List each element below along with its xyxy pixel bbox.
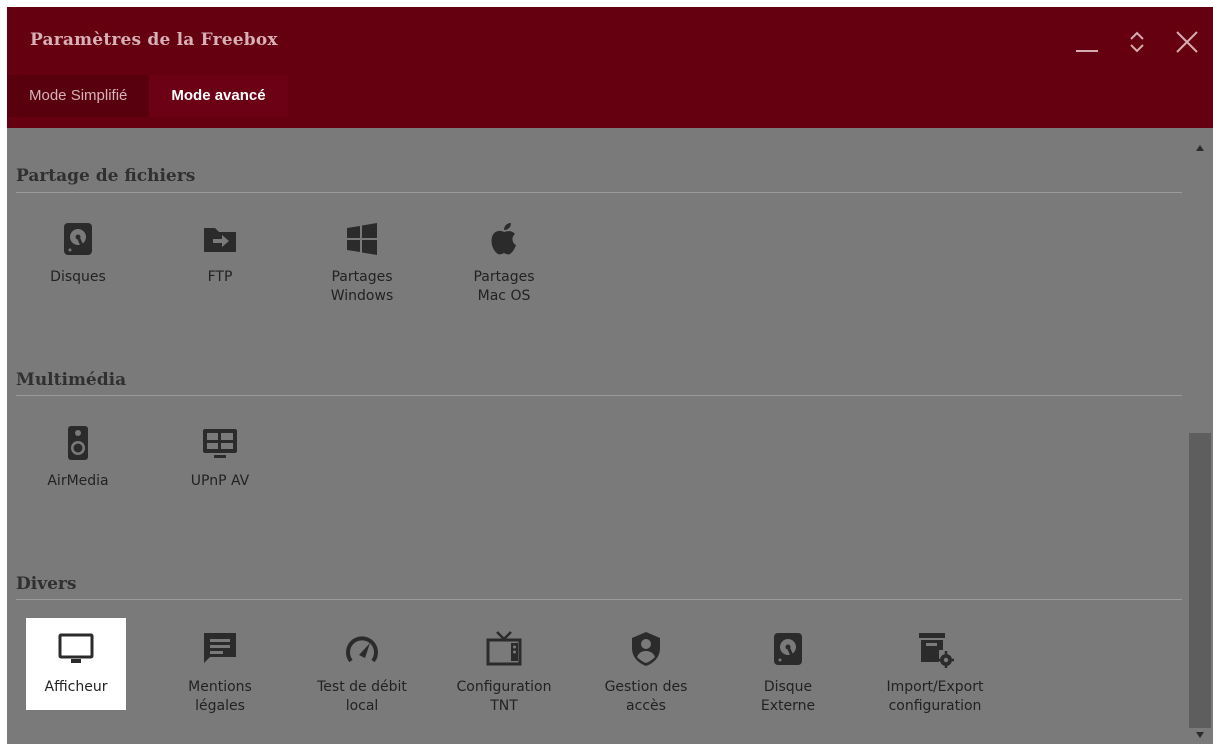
item-label: Afficheur bbox=[44, 679, 108, 695]
section-title-multimedia: Multimédia bbox=[16, 370, 127, 390]
item-partages-mac-os[interactable]: Partages Mac OS bbox=[454, 220, 554, 306]
item-label: Import/Export configuration bbox=[886, 679, 984, 714]
item-disque-externe[interactable]: Disque Externe bbox=[738, 630, 838, 716]
item-label: Disque Externe bbox=[760, 679, 816, 714]
item-ftp[interactable]: FTP bbox=[170, 220, 270, 287]
scroll-up-icon[interactable] bbox=[1195, 143, 1205, 153]
title-bar: Paramètres de la Freebox Mode Simplifié … bbox=[7, 7, 1213, 128]
item-label: Gestion des accès bbox=[604, 679, 688, 714]
mode-tabs: Mode Simplifié Mode avancé bbox=[7, 75, 288, 117]
scrollbar-thumb[interactable] bbox=[1189, 433, 1211, 728]
item-label: UPnP AV bbox=[190, 473, 250, 489]
item-test-debit-local[interactable]: Test de débit local bbox=[312, 630, 412, 716]
message-icon bbox=[204, 633, 236, 663]
item-label: FTP bbox=[207, 269, 233, 285]
scroll-down-icon[interactable] bbox=[1195, 730, 1205, 740]
item-disques[interactable]: Disques bbox=[28, 220, 128, 287]
item-label: Mentions légales bbox=[188, 679, 252, 714]
section-divider bbox=[16, 395, 1182, 396]
vertical-scrollbar[interactable] bbox=[1187, 135, 1213, 744]
section-title-partage-fichiers: Partage de fichiers bbox=[16, 166, 196, 186]
section-divider bbox=[16, 599, 1182, 600]
item-label: Configuration TNT bbox=[456, 679, 552, 714]
item-label: AirMedia bbox=[47, 473, 109, 489]
windows-logo-icon bbox=[347, 223, 377, 255]
media-screen-icon bbox=[203, 429, 237, 458]
item-label: Partages Mac OS bbox=[473, 269, 535, 304]
minimize-icon[interactable] bbox=[1070, 25, 1104, 59]
external-disk-icon bbox=[774, 633, 802, 665]
folder-arrow-icon bbox=[204, 228, 236, 252]
item-label: Test de débit local bbox=[317, 679, 407, 714]
section-title-divers: Divers bbox=[16, 574, 77, 594]
hard-disk-icon bbox=[64, 223, 92, 255]
item-label: Disques bbox=[50, 269, 106, 285]
item-upnp-av[interactable]: UPnP AV bbox=[170, 424, 270, 491]
freebox-settings-window: Paramètres de la Freebox Mode Simplifié … bbox=[7, 7, 1213, 744]
user-shield-icon bbox=[632, 632, 660, 666]
close-icon[interactable] bbox=[1170, 25, 1204, 59]
item-airmedia[interactable]: AirMedia bbox=[28, 424, 128, 491]
settings-content: Partage de fichiers Disques FTP Partages… bbox=[7, 128, 1182, 744]
section-divider bbox=[16, 192, 1182, 193]
tab-mode-simplifie[interactable]: Mode Simplifié bbox=[7, 75, 150, 117]
item-import-export-configuration[interactable]: Import/Export configuration bbox=[880, 630, 990, 716]
speedometer-icon bbox=[346, 636, 378, 663]
tv-icon bbox=[486, 631, 522, 666]
item-afficheur[interactable]: Afficheur bbox=[26, 618, 126, 710]
item-label: Partages Windows bbox=[330, 269, 394, 304]
monitor-icon bbox=[58, 633, 94, 663]
speaker-icon bbox=[68, 426, 88, 460]
item-partages-windows[interactable]: Partages Windows bbox=[312, 220, 412, 306]
item-mentions-legales[interactable]: Mentions légales bbox=[170, 630, 270, 716]
apple-logo-icon bbox=[491, 223, 516, 255]
restore-icon[interactable] bbox=[1120, 25, 1154, 59]
item-configuration-tnt[interactable]: Configuration TNT bbox=[454, 630, 554, 716]
item-gestion-des-acces[interactable]: Gestion des accès bbox=[596, 630, 696, 716]
window-title: Paramètres de la Freebox bbox=[30, 30, 278, 50]
archive-gear-icon bbox=[919, 633, 954, 668]
tab-mode-avance[interactable]: Mode avancé bbox=[149, 75, 288, 117]
